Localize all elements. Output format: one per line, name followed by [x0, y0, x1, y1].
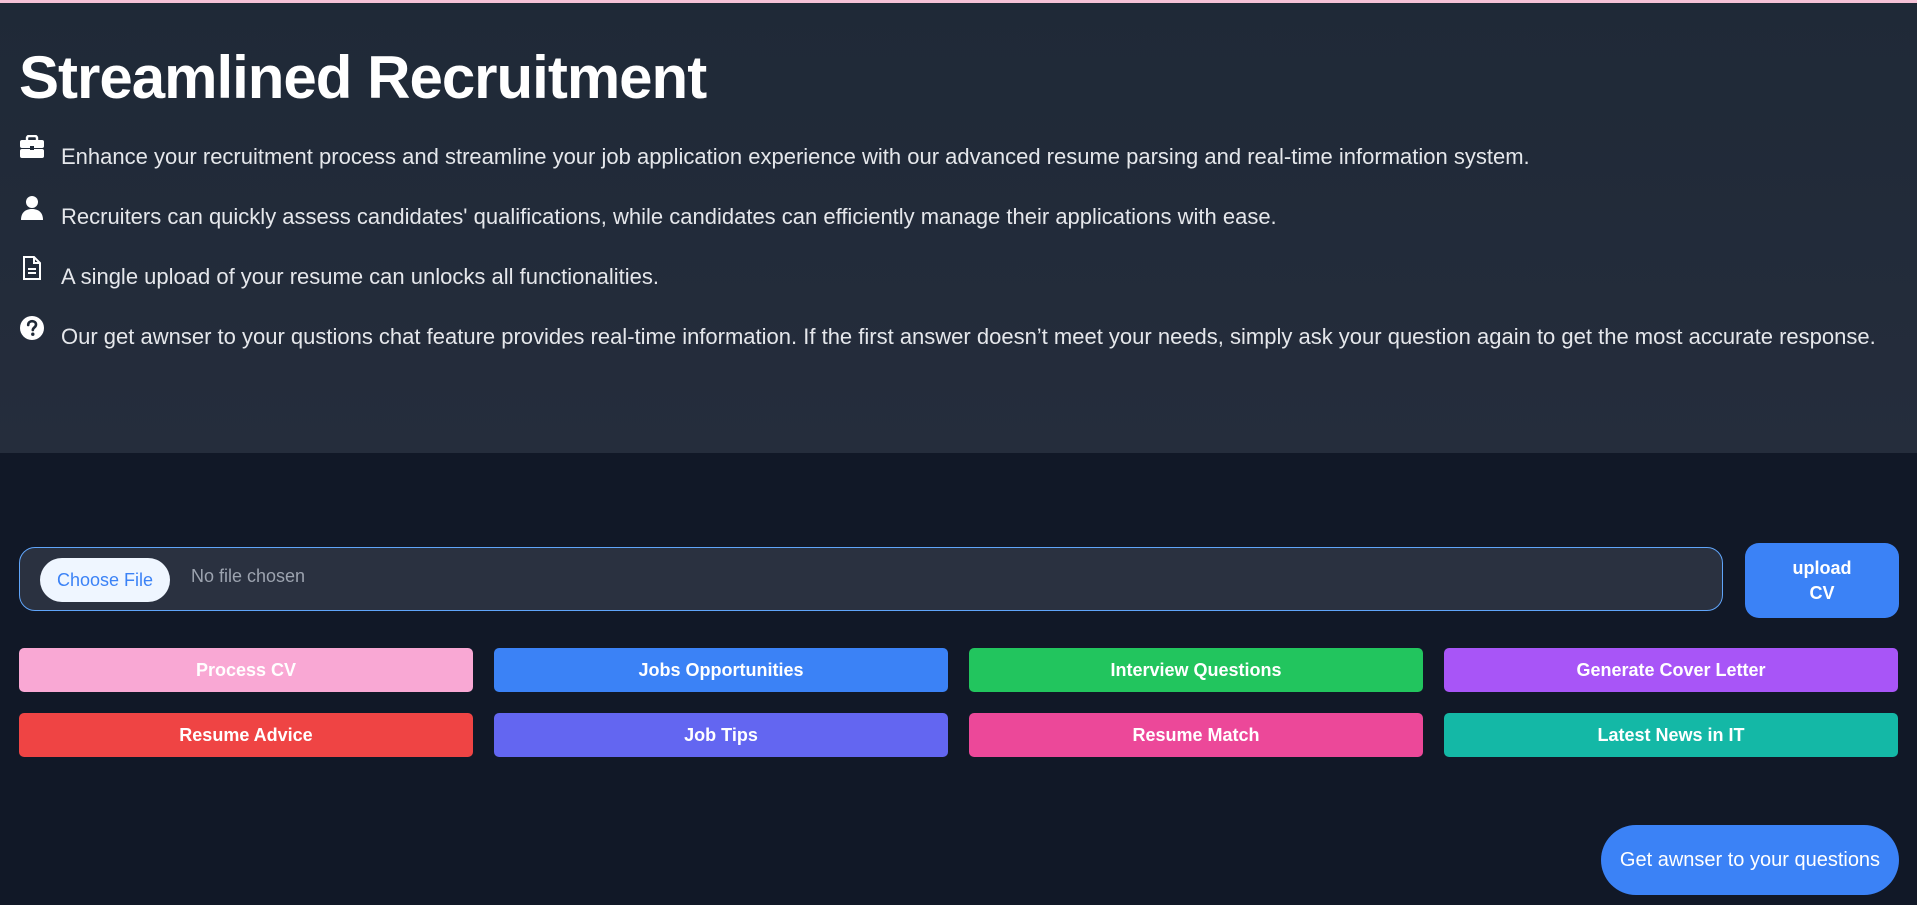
resume-match-button[interactable]: Resume Match [969, 713, 1423, 757]
file-status-text: No file chosen [191, 566, 306, 586]
job-tips-button[interactable]: Job Tips [494, 713, 948, 757]
feature-text: Enhance your recruitment process and str… [61, 144, 1530, 169]
briefcase-icon [18, 135, 46, 163]
feature-text: Recruiters can quickly assess candidates… [61, 204, 1277, 229]
ask-question-button[interactable]: Get awnser to your questions [1601, 825, 1899, 895]
feature-item: Enhance your recruitment process and str… [18, 135, 1891, 177]
resume-advice-button[interactable]: Resume Advice [19, 713, 473, 757]
latest-news-in-it-button[interactable]: Latest News in IT [1444, 713, 1898, 757]
generate-cover-letter-button[interactable]: Generate Cover Letter [1444, 648, 1898, 692]
jobs-opportunities-button[interactable]: Jobs Opportunities [494, 648, 948, 692]
process-cv-button[interactable]: Process CV [19, 648, 473, 692]
document-icon [18, 255, 46, 283]
upload-cv-label: upload CV [1792, 557, 1852, 603]
user-icon [18, 195, 46, 223]
feature-text: Our get awnser to your qustions chat fea… [61, 324, 1876, 349]
question-circle-icon [18, 315, 46, 343]
file-upload-field[interactable]: Choose File No file chosen [19, 547, 1723, 611]
feature-item: Recruiters can quickly assess candidates… [18, 195, 1891, 237]
feature-item: A single upload of your resume can unloc… [18, 255, 1891, 297]
feature-text: A single upload of your resume can unloc… [61, 264, 660, 289]
page-title: Streamlined Recruitment [19, 44, 707, 111]
choose-file-button[interactable]: Choose File [40, 558, 170, 602]
upload-cv-button[interactable]: upload CV [1745, 543, 1899, 618]
feature-item: Our get awnser to your qustions chat fea… [18, 315, 1891, 357]
interview-questions-button[interactable]: Interview Questions [969, 648, 1423, 692]
hero-section: Streamlined Recruitment Enhance your rec… [0, 3, 1917, 453]
